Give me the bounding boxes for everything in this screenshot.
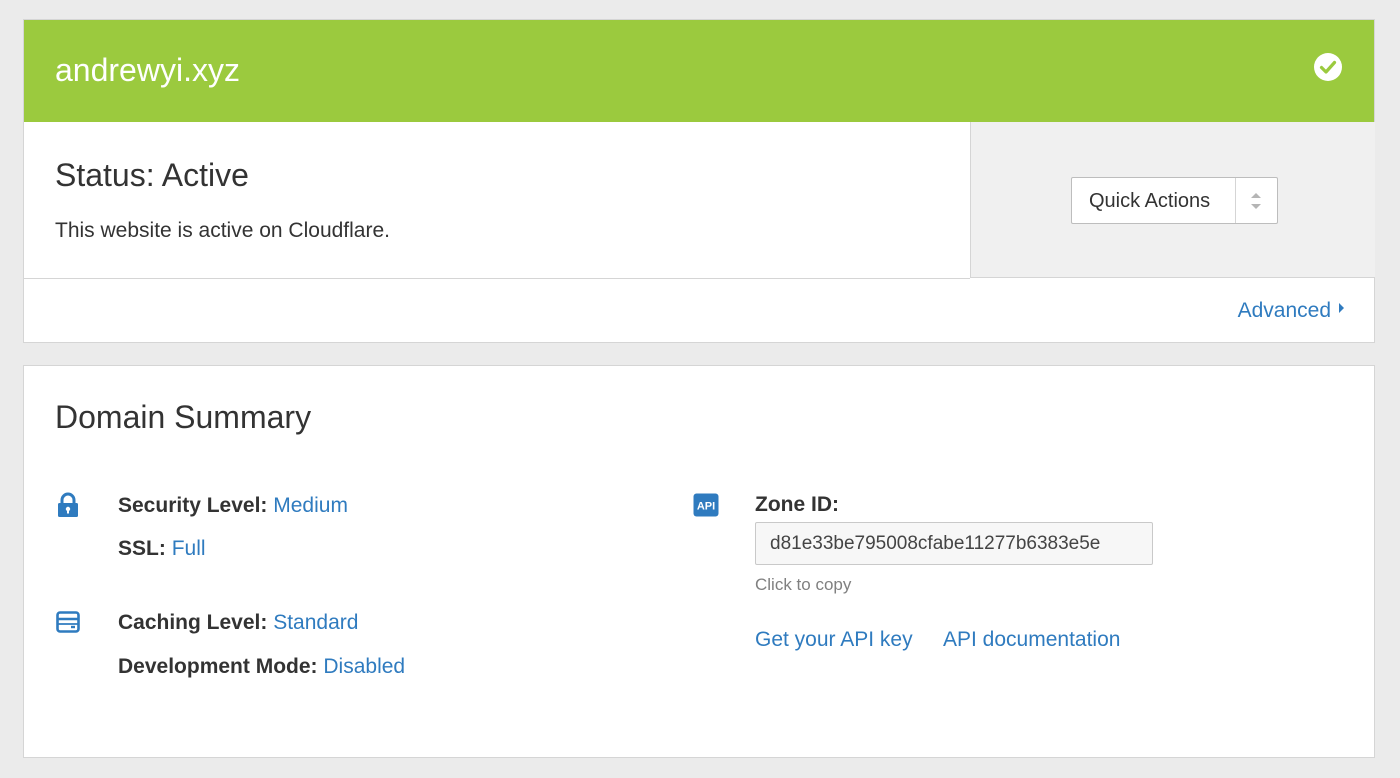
server-icon [56, 611, 80, 633]
development-mode-row: Development Mode: Disabled [118, 654, 405, 680]
caching-level-value[interactable]: Standard [273, 611, 358, 634]
caching-level-row: Caching Level: Standard [118, 610, 358, 636]
sort-arrows-icon [1251, 193, 1261, 209]
get-api-key-link[interactable]: Get your API key [755, 627, 913, 653]
click-to-copy-hint: Click to copy [755, 575, 852, 594]
advanced-link[interactable]: Advanced [1238, 298, 1344, 324]
ssl-value[interactable]: Full [172, 537, 206, 560]
quick-actions-divider [1235, 178, 1236, 223]
domain-summary-card: Domain Summary Security Level: Medium SS… [23, 365, 1375, 758]
caret-right-icon [1339, 303, 1344, 313]
lock-icon [58, 492, 78, 517]
development-mode-label: Development Mode: [118, 655, 318, 678]
status-panel: Status: Active This website is active on… [24, 122, 970, 279]
security-level-value[interactable]: Medium [273, 494, 348, 517]
summary-title: Domain Summary [55, 399, 312, 435]
advanced-row: Advanced [24, 279, 1374, 342]
zone-id-field[interactable] [755, 522, 1153, 565]
ssl-row: SSL: Full [118, 536, 206, 562]
zone-id-label: Zone ID: [755, 493, 839, 516]
status-title: Status: Active [55, 157, 249, 193]
domain-name: andrewyi.xyz [55, 52, 240, 88]
caching-level-label: Caching Level: [118, 611, 268, 634]
api-documentation-link[interactable]: API documentation [943, 627, 1120, 653]
domain-banner: andrewyi.xyz [24, 20, 1374, 122]
development-mode-value[interactable]: Disabled [323, 655, 405, 678]
security-level-label: Security Level: [118, 494, 268, 517]
api-badge-text: API [697, 501, 715, 513]
security-level-row: Security Level: Medium [118, 493, 348, 519]
advanced-label: Advanced [1237, 299, 1331, 322]
status-description: This website is active on Cloudflare. [55, 219, 390, 242]
quick-actions-panel: Quick Actions [970, 122, 1375, 278]
ssl-label: SSL: [118, 537, 166, 560]
check-circle-icon [1314, 53, 1342, 81]
status-card: andrewyi.xyz Status: Active This website… [23, 19, 1375, 343]
quick-actions-select[interactable]: Quick Actions [1071, 177, 1278, 224]
api-badge-icon: API [693, 493, 719, 517]
quick-actions-label: Quick Actions [1089, 190, 1211, 212]
